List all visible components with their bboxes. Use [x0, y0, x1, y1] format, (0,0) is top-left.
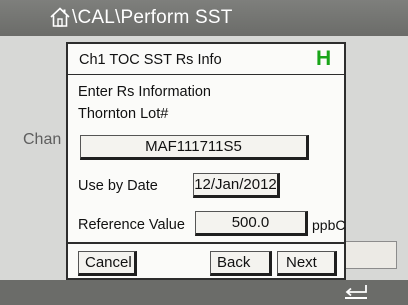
- dialog-divider: [68, 242, 344, 244]
- return-icon[interactable]: [343, 284, 369, 300]
- top-bar: \CAL\Perform SST: [0, 0, 408, 36]
- rs-info-dialog: Ch1 TOC SST Rs Info H Enter Rs Informati…: [66, 42, 346, 280]
- cancel-button[interactable]: Cancel: [78, 251, 137, 276]
- status-indicator: H: [316, 47, 332, 70]
- reference-value-field[interactable]: 500.0: [195, 211, 308, 236]
- use-by-date-field[interactable]: 12/Jan/2012: [193, 173, 280, 198]
- use-by-label: Use by Date: [78, 178, 158, 194]
- dialog-title: Ch1 TOC SST Rs Info: [79, 52, 222, 68]
- instruction-text: Enter Rs Information: [78, 84, 211, 100]
- back-button[interactable]: Back: [210, 251, 272, 276]
- lot-number-field[interactable]: MAF111711S5: [80, 135, 309, 160]
- channel-label: Chan: [23, 131, 62, 148]
- reference-unit: ppbC: [312, 217, 346, 233]
- dialog-header: Ch1 TOC SST Rs Info H: [68, 44, 344, 75]
- lot-label: Thornton Lot#: [78, 106, 169, 122]
- breadcrumb: \CAL\Perform SST: [72, 7, 233, 28]
- next-button[interactable]: Next: [277, 251, 337, 276]
- home-icon[interactable]: [49, 6, 71, 28]
- reference-label: Reference Value: [78, 217, 185, 233]
